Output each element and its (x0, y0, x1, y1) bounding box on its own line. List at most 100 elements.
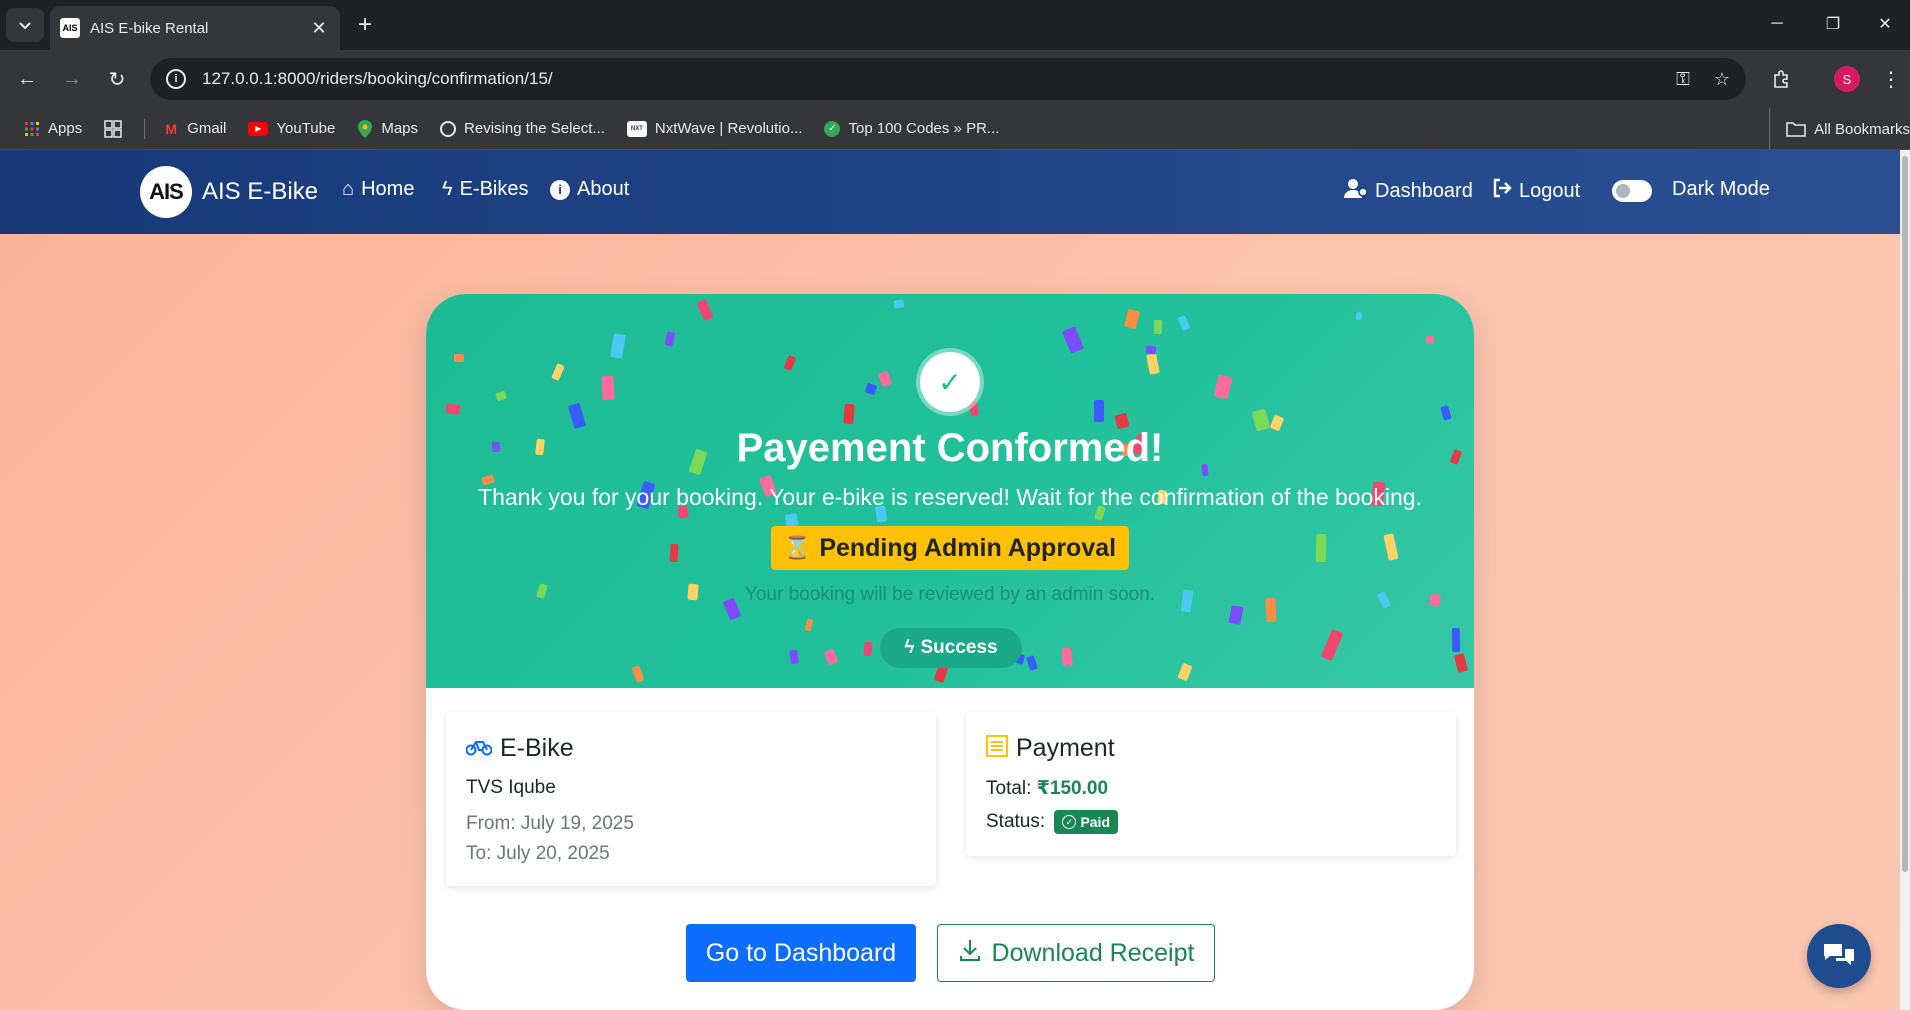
chat-icon (1824, 944, 1854, 965)
tab-search-button[interactable] (6, 8, 44, 42)
confetti-piece (495, 390, 507, 402)
nav-ebikes[interactable]: ϟ E-Bikes (442, 178, 529, 201)
tab-favicon: AIS (60, 18, 80, 38)
bookmark-nxtwave[interactable]: NXT NxtWave | Revolutio... (626, 120, 802, 137)
payment-total-label: Total: (986, 778, 1032, 799)
download-receipt-button[interactable]: Download Receipt (937, 924, 1215, 982)
tab-title: AIS E-bike Rental (90, 19, 209, 37)
bookmark-maps[interactable]: Maps (357, 119, 419, 138)
confetti-piece (669, 543, 679, 563)
hourglass-icon: ⌛ (783, 535, 812, 560)
ebike-heading: E-Bike (465, 734, 916, 763)
back-icon[interactable]: ← (10, 62, 44, 96)
confetti-piece (1145, 345, 1157, 355)
confetti-piece (804, 618, 814, 632)
extensions-icon[interactable] (1764, 62, 1798, 96)
bookmark-label: Top 100 Codes » PR... (848, 120, 1000, 137)
info-icon: i (550, 179, 570, 200)
all-bookmarks-label: All Bookmarks (1814, 120, 1910, 138)
bookmark-top100[interactable]: ✓ Top 100 Codes » PR... (824, 120, 999, 137)
confetti-piece (453, 353, 465, 363)
nav-logout[interactable]: Logout (1492, 178, 1580, 204)
page-viewport: AIS AIS E-Bike ⌂ Home ϟ E-Bikes i About … (0, 150, 1900, 1010)
toggle-knob (1616, 184, 1630, 198)
paid-badge-label: Paid (1080, 814, 1111, 830)
confirmation-title: Payement Conformed! (736, 426, 1164, 470)
bookmark-gmail[interactable]: M Gmail (163, 120, 226, 137)
confetti-piece (1213, 374, 1233, 400)
confetti-piece (1177, 662, 1193, 682)
gmail-icon: M (165, 120, 178, 137)
bookmark-label: Apps (48, 120, 83, 137)
brand-link[interactable]: AIS AIS E-Bike (140, 166, 318, 218)
confetti-piece (1094, 400, 1104, 422)
nav-about-label: About (577, 178, 630, 200)
payment-status-label: Status: (986, 811, 1046, 833)
confetti-piece (664, 331, 676, 347)
shield-icon: ✓ (824, 120, 841, 137)
bookmark-revising[interactable]: Revising the Select... (440, 120, 605, 137)
chevron-down-icon (19, 22, 31, 30)
tab-groups-button[interactable] (104, 119, 122, 138)
payment-info-box: Payment Total: ₹150.00 Status: ✓ Paid (966, 712, 1456, 856)
pending-status-badge: ⌛ Pending Admin Approval (771, 526, 1129, 570)
confetti-piece (1315, 533, 1327, 563)
nav-home[interactable]: ⌂ Home (342, 178, 414, 201)
confetti-piece (601, 375, 615, 401)
confetti-piece (610, 333, 626, 359)
new-tab-button[interactable]: + (350, 10, 380, 40)
url-text[interactable]: 127.0.0.1:8000/riders/booking/confirmati… (202, 69, 1652, 89)
confetti-piece (1123, 308, 1141, 330)
confirmation-card: ✓ Payement Conformed! Thank you for your… (426, 294, 1474, 1010)
browser-menu-icon[interactable]: ⋮ (1874, 62, 1908, 96)
logout-icon (1492, 178, 1512, 204)
confetti-piece (863, 641, 873, 657)
tab-close-icon[interactable]: ✕ (308, 18, 330, 39)
confetti-piece (1177, 314, 1191, 332)
minimize-icon[interactable]: ─ (1754, 8, 1800, 40)
chat-button[interactable] (1807, 924, 1871, 988)
confetti-piece (1355, 311, 1363, 321)
bookmark-apps[interactable]: Apps (24, 120, 82, 137)
password-key-icon[interactable]: ⚿ (1676, 69, 1690, 90)
restore-icon[interactable]: ❐ (1810, 8, 1856, 40)
confetti-piece (631, 665, 645, 683)
confetti-piece (1383, 533, 1399, 561)
forward-icon[interactable]: → (55, 62, 89, 96)
nav-home-label: Home (361, 178, 415, 200)
all-bookmarks-button[interactable]: All Bookmarks (1769, 108, 1910, 150)
review-note: Your booking will be reviewed by an admi… (744, 584, 1156, 605)
confetti-piece (1026, 655, 1038, 671)
reload-icon[interactable]: ↻ (100, 62, 134, 96)
payment-total: Total: ₹150.00 (986, 777, 1436, 800)
scrollbar-thumb[interactable] (1902, 156, 1908, 872)
youtube-icon: ▶ (248, 121, 269, 136)
brand-logo: AIS (140, 166, 192, 218)
tab-groups-icon (104, 119, 122, 138)
nav-dashboard[interactable]: Dashboard (1344, 178, 1473, 204)
site-info-icon[interactable]: i (166, 69, 186, 89)
bookmark-label: Maps (381, 120, 419, 137)
window-close-icon[interactable]: ✕ (1862, 8, 1908, 40)
browser-tabstrip: AIS AIS E-bike Rental ✕ + ─ ❐ ✕ (0, 0, 1910, 50)
profile-avatar[interactable]: S (1834, 66, 1860, 92)
confetti-piece (1425, 335, 1435, 345)
user-cog-icon (1344, 178, 1368, 204)
download-receipt-label: Download Receipt (991, 938, 1195, 967)
download-icon (958, 938, 982, 969)
browser-tab[interactable]: AIS AIS E-bike Rental ✕ (50, 6, 340, 50)
address-bar[interactable]: i 127.0.0.1:8000/riders/booking/confirma… (150, 58, 1746, 100)
ebike-to-date: To: July 20, 2025 (466, 843, 610, 864)
folder-icon (1786, 122, 1806, 137)
ebike-from-date: From: July 19, 2025 (466, 813, 634, 834)
confetti-piece (864, 382, 878, 396)
page-scrollbar[interactable] (1900, 150, 1910, 1010)
dark-mode-toggle[interactable] (1612, 180, 1652, 202)
nav-about[interactable]: i About (550, 178, 629, 201)
bookmark-star-icon[interactable]: ☆ (1714, 69, 1730, 90)
bookmark-label: YouTube (276, 120, 336, 137)
bookmark-youtube[interactable]: ▶ YouTube (248, 120, 335, 137)
check-circle-icon: ✓ (1062, 815, 1077, 829)
confetti-piece (823, 648, 839, 666)
go-to-dashboard-button[interactable]: Go to Dashboard (686, 924, 916, 982)
